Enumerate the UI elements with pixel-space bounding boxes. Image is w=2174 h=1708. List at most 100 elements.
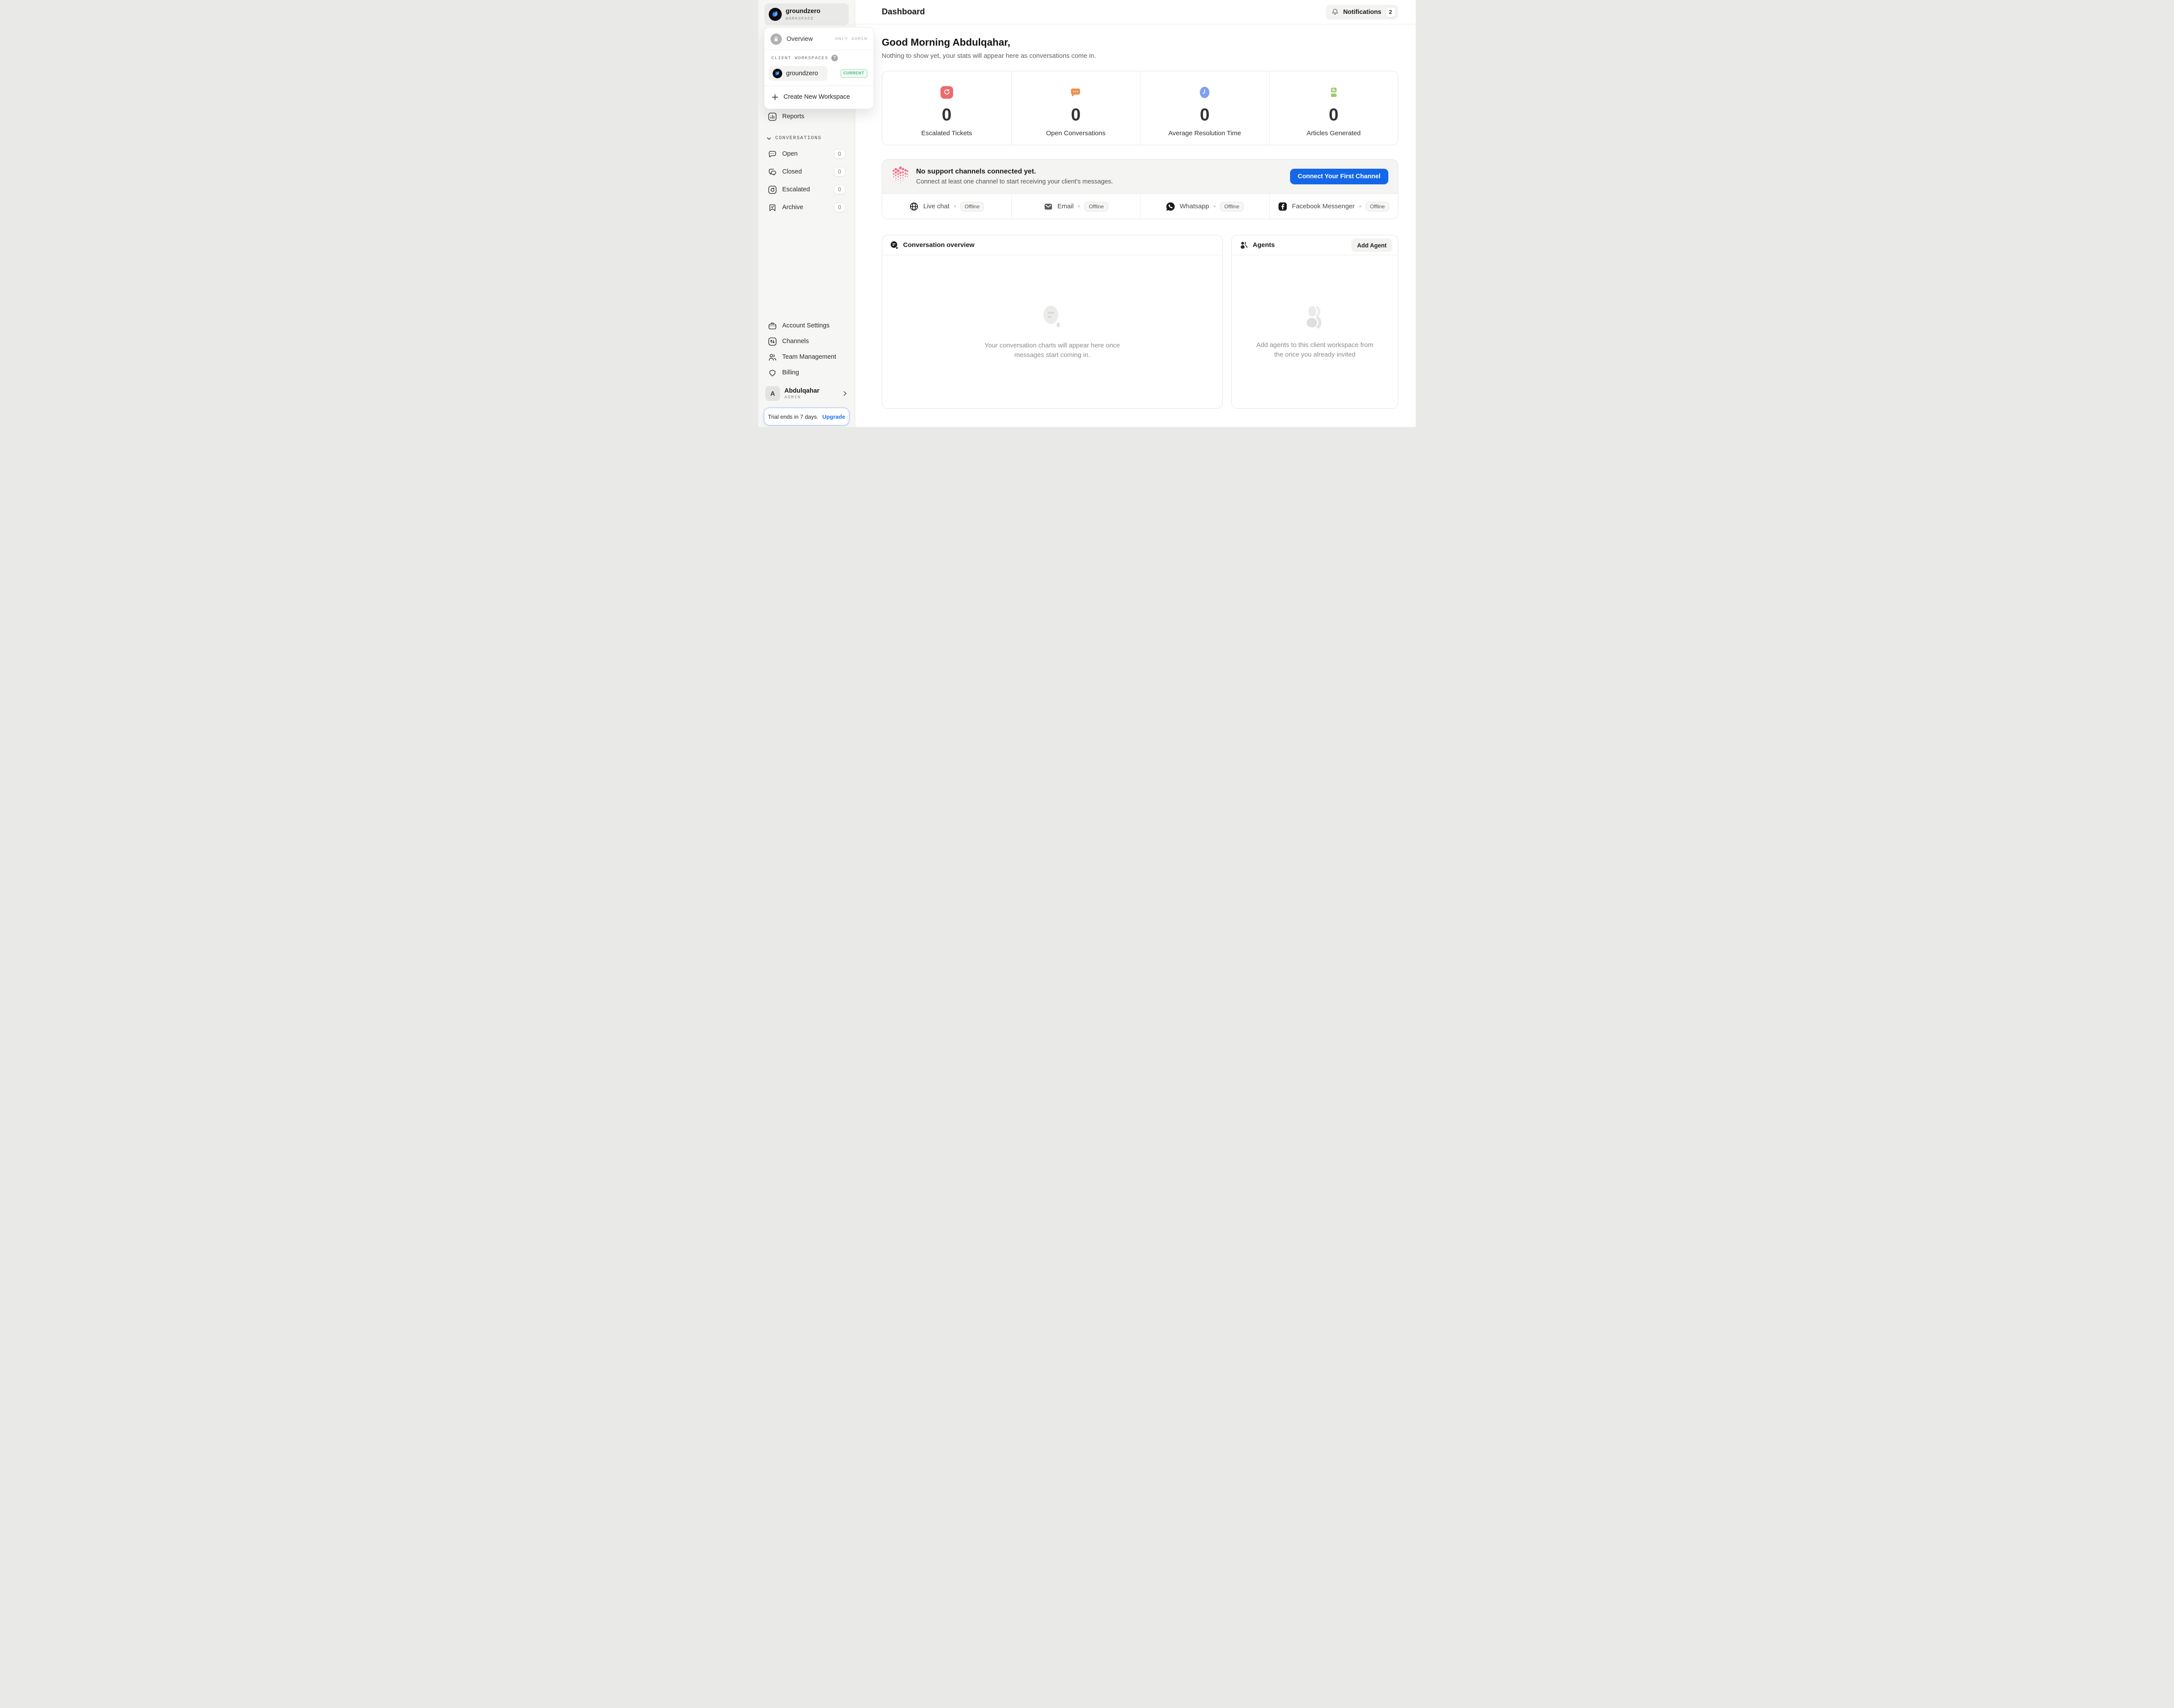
workspace-name: groundzero [786, 8, 834, 15]
empty-agents-icon [1303, 305, 1327, 329]
notifications-count-badge: 2 [1385, 7, 1396, 17]
channel-email[interactable]: Email Offline [1011, 194, 1140, 219]
conversation-card-title: Conversation overview [903, 241, 974, 249]
bookmark-check-icon [768, 203, 777, 212]
stats-row: 0 Escalated Tickets 0 Open Co [882, 71, 1398, 145]
chat-bubble-dots-icon [768, 150, 777, 159]
agents-icon [1240, 241, 1248, 250]
conversation-overview-card: Conversation overview Your conversation … [882, 235, 1223, 409]
stat-escalated-tickets: 0 Escalated Tickets [882, 71, 1011, 145]
stat-value: 0 [1200, 106, 1210, 124]
stat-label: Articles Generated [1307, 130, 1360, 137]
sidebar-item-billing[interactable]: Billing [764, 365, 849, 380]
sidebar-item-label: Team Management [782, 354, 845, 360]
billing-shield-icon [768, 368, 777, 377]
sidebar-item-label: Reports [782, 113, 845, 120]
channel-name: Whatsapp [1180, 203, 1209, 210]
conversation-card-header: Conversation overview [882, 235, 1222, 255]
status-dot [1214, 205, 1216, 207]
avatar: A [765, 386, 780, 401]
status-badge: Offline [1366, 202, 1389, 211]
trial-text: Trial ends in 7 days. [768, 414, 818, 420]
user-profile-row[interactable]: A Abdulqahar ADMIN [764, 384, 849, 403]
page-title: Dashboard [882, 7, 1326, 17]
channels-banner-head: No support channels connected yet. Conne… [882, 160, 1398, 193]
notifications-button[interactable]: Notifications 2 [1326, 5, 1398, 20]
whatsapp-icon [1166, 202, 1175, 211]
dropdown-item-groundzero[interactable]: groundzero CURRENT [764, 64, 874, 85]
dashboard-content: Good Morning Abdulqahar, Nothing to show… [855, 24, 1416, 409]
people-icon [768, 353, 777, 362]
workspace-logo [769, 8, 782, 21]
sidebar-item-reports[interactable]: Reports [764, 109, 849, 124]
closed-count-badge: 0 [834, 167, 845, 177]
stat-average-resolution-time: 0 Average Resolution Time [1140, 71, 1269, 145]
sidebar-item-account-settings[interactable]: Account Settings [764, 318, 849, 334]
escalate-retry-icon [768, 185, 777, 194]
sidebar-item-team-management[interactable]: Team Management [764, 349, 849, 365]
sidebar-item-archive[interactable]: Archive 0 [764, 200, 849, 215]
agents-card-title: Agents [1253, 241, 1275, 249]
client-workspaces-section: CLIENT WORKSPACES ? [764, 51, 874, 64]
sidebar-item-label: Billing [782, 369, 845, 376]
create-workspace-label: Create New Workspace [784, 93, 850, 100]
escalated-tickets-icon [940, 86, 953, 99]
user-role: ADMIN [784, 395, 837, 400]
sidebar-item-closed[interactable]: Closed 0 [764, 164, 849, 180]
greeting-subtitle: Nothing to show yet, your stats will app… [882, 52, 1398, 60]
workspace-dropdown: Overview ONLY ADMIN CLIENT WORKSPACES ? … [764, 27, 874, 109]
workspace-switcher[interactable]: groundzero WORKSPACE [764, 3, 849, 25]
empty-chart-icon [1040, 304, 1065, 330]
sidebar-item-label: Open [782, 150, 829, 157]
status-badge: Offline [1220, 202, 1244, 211]
conversations-section-toggle[interactable]: CONVERSATIONS [764, 133, 849, 143]
sidebar-item-label: Account Settings [782, 322, 845, 329]
sidebar-item-open[interactable]: Open 0 [764, 146, 849, 162]
stat-label: Escalated Tickets [921, 130, 972, 137]
reports-icon [768, 112, 777, 121]
add-agent-button[interactable]: Add Agent [1351, 239, 1392, 252]
create-workspace-button[interactable]: Create New Workspace [764, 87, 874, 107]
client-workspaces-label: CLIENT WORKSPACES [771, 56, 828, 61]
stat-value: 0 [1071, 106, 1080, 124]
sidebar-item-channels[interactable]: Channels [764, 334, 849, 349]
status-dot [1359, 205, 1361, 207]
channel-facebook-messenger[interactable]: Facebook Messenger Offline [1269, 194, 1398, 219]
chevron-right-icon [842, 390, 848, 397]
agents-card-body: Add agents to this client workspace from… [1232, 255, 1398, 409]
user-name: Abdulqahar [784, 387, 837, 394]
status-dot [1078, 205, 1080, 207]
overview-label: Overview [787, 36, 830, 43]
current-badge: CURRENT [840, 69, 867, 78]
chevron-up-down-icon [838, 10, 844, 18]
chat-overview-icon [890, 241, 899, 250]
upgrade-link[interactable]: Upgrade [822, 414, 845, 420]
email-icon [1044, 202, 1053, 211]
connect-first-channel-button[interactable]: Connect Your First Channel [1290, 169, 1388, 184]
status-dot [954, 205, 956, 207]
facebook-icon [1278, 202, 1287, 211]
sidebar-item-escalated[interactable]: Escalated 0 [764, 182, 849, 197]
conversation-card-body: Your conversation charts will appear her… [882, 255, 1222, 409]
sidebar-item-label: Closed [782, 168, 829, 175]
globe-icon [909, 202, 919, 211]
dropdown-workspace-name: groundzero [786, 70, 818, 77]
page-header: Dashboard Notifications 2 [855, 0, 1416, 24]
help-icon[interactable]: ? [831, 55, 838, 61]
status-badge: Offline [1084, 202, 1108, 211]
workspace-meta: groundzero WORKSPACE [786, 8, 834, 21]
dropdown-item-overview[interactable]: Overview ONLY ADMIN [764, 30, 874, 49]
workspace-logo-small [773, 69, 782, 78]
sidebar-item-label: Escalated [782, 186, 829, 193]
stat-value: 0 [942, 106, 951, 124]
channel-name: Facebook Messenger [1292, 203, 1354, 210]
stat-value: 0 [1329, 106, 1338, 124]
clock-icon [1198, 86, 1211, 99]
stat-label: Open Conversations [1046, 130, 1106, 137]
plus-icon [772, 94, 778, 100]
channel-whatsapp[interactable]: Whatsapp Offline [1140, 194, 1269, 219]
channels-row: Live chat Offline Email Of [882, 193, 1398, 219]
main-area: Dashboard Notifications 2 Good Morning A… [855, 0, 1416, 427]
channel-live-chat[interactable]: Live chat Offline [882, 194, 1011, 219]
workspace-pill: groundzero [769, 66, 827, 81]
